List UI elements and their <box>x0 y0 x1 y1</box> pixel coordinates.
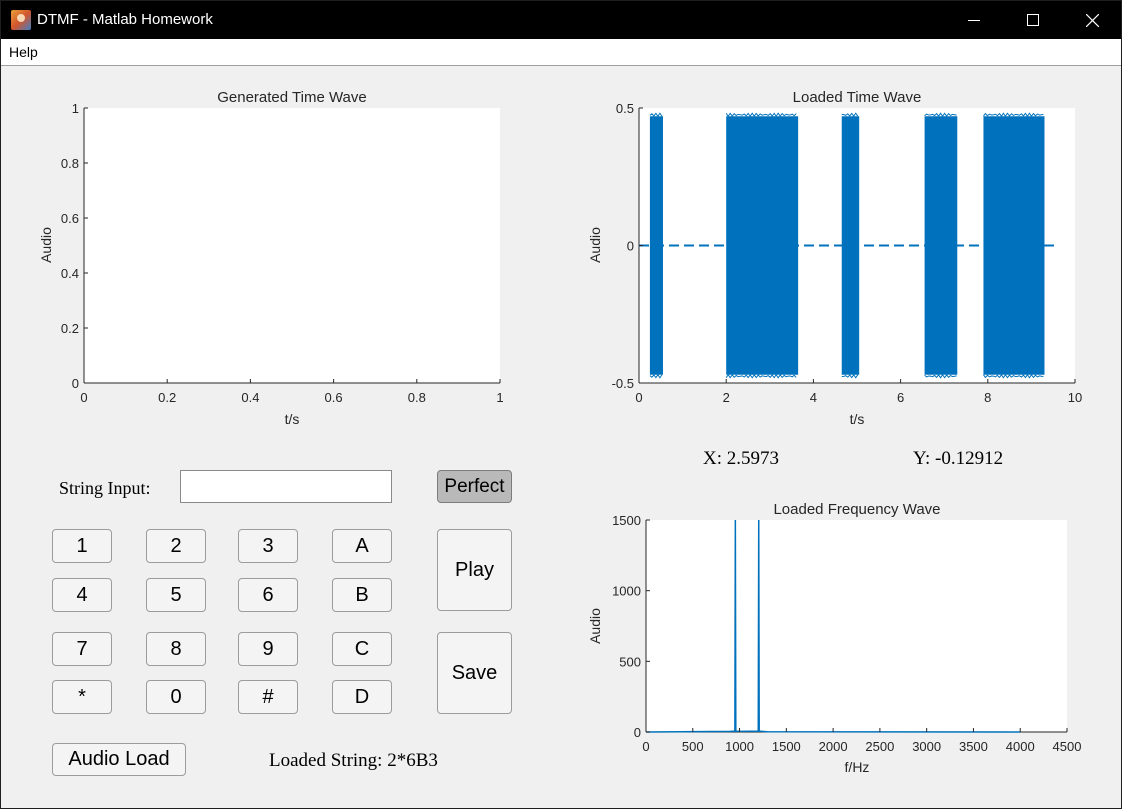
y-tick-label: 500 <box>619 654 641 669</box>
loaded-time-plot-ylabel: Audio <box>587 227 603 263</box>
cursor-y-readout: Y: -0.12912 <box>913 448 1004 469</box>
loaded-freq-plot-ylabel: Audio <box>587 608 603 644</box>
x-tick-label: 2000 <box>819 739 848 754</box>
y-tick-label: 0 <box>72 376 79 391</box>
y-tick-label: 0.2 <box>61 321 79 336</box>
x-tick-label: 8 <box>984 390 991 405</box>
x-tick-label: 0 <box>642 739 649 754</box>
keypad-key-a[interactable]: A <box>332 529 392 563</box>
keypad-key-c[interactable]: C <box>332 632 392 666</box>
generated-plot-title: Generated Time Wave <box>217 89 367 106</box>
x-tick-label: 1 <box>496 390 503 405</box>
loaded-freq-plot-title: Loaded Frequency Wave <box>773 501 940 518</box>
y-tick-label: 1000 <box>612 584 641 599</box>
y-tick-label: 0.4 <box>61 266 79 281</box>
x-tick-label: 4500 <box>1053 739 1082 754</box>
play-button[interactable]: Play <box>437 529 512 611</box>
string-input-label: String Input: <box>59 478 151 498</box>
x-tick-label: 1000 <box>725 739 754 754</box>
y-tick-label: 1500 <box>612 513 641 528</box>
audio-load-button[interactable]: Audio Load <box>52 743 186 776</box>
keypad-key-8[interactable]: 8 <box>146 632 206 666</box>
x-tick-label: 0.6 <box>325 390 343 405</box>
loaded-frequency-wave-axes[interactable]: Loaded Frequency Wave f/Hz Audio 0 500 100… <box>587 501 1081 775</box>
keypad-key-1[interactable]: 1 <box>52 529 112 563</box>
loaded-freq-plot-xlabel: f/Hz <box>845 759 870 775</box>
y-tick-label: 1 <box>72 101 79 116</box>
x-tick-label: 0.2 <box>158 390 176 405</box>
keypad-key-d[interactable]: D <box>332 680 392 714</box>
keypad-key-star[interactable]: * <box>52 680 112 714</box>
keypad-key-7[interactable]: 7 <box>52 632 112 666</box>
y-tick-label: 0 <box>634 725 641 740</box>
x-tick-label: 500 <box>682 739 704 754</box>
keypad-key-b[interactable]: B <box>332 578 392 612</box>
y-tick-label: -0.5 <box>612 376 634 391</box>
loaded-string-text: Loaded String: 2*6B3 <box>269 750 438 771</box>
loaded-time-wave-axes[interactable]: Loaded Time Wave t/s Audio 0 2 4 6 8 10 -0.50… <box>587 89 1082 427</box>
keypad-key-9[interactable]: 9 <box>238 632 298 666</box>
keypad-key-0[interactable]: 0 <box>146 680 206 714</box>
app-window: DTMF - Matlab Homework Help Generated Ti… <box>0 0 1122 809</box>
x-tick-label: 6 <box>897 390 904 405</box>
y-tick-label: 0.8 <box>61 156 79 171</box>
loaded-time-plot-xlabel: t/s <box>850 411 865 427</box>
x-tick-label: 0 <box>80 390 87 405</box>
x-tick-label: 3500 <box>959 739 988 754</box>
x-tick-label: 3000 <box>912 739 941 754</box>
x-tick-label: 0.4 <box>241 390 259 405</box>
x-tick-label: 0 <box>635 390 642 405</box>
generated-time-wave-axes[interactable]: Generated Time Wave t/s Audio 0 0.2 0.4 0.6… <box>38 89 504 427</box>
x-tick-label: 4 <box>810 390 817 405</box>
save-button[interactable]: Save <box>437 632 512 714</box>
keypad-key-3[interactable]: 3 <box>238 529 298 563</box>
x-tick-label: 2500 <box>865 739 894 754</box>
x-tick-label: 0.8 <box>408 390 426 405</box>
keypad-key-5[interactable]: 5 <box>146 578 206 612</box>
perfect-button[interactable]: Perfect <box>437 470 512 503</box>
keypad-key-4[interactable]: 4 <box>52 578 112 612</box>
x-tick-label: 1500 <box>772 739 801 754</box>
cursor-x-readout: X: 2.5973 <box>703 448 779 469</box>
loaded-time-plot-title: Loaded Time Wave <box>793 89 922 106</box>
generated-plot-xlabel: t/s <box>285 411 300 427</box>
generated-plot-ylabel: Audio <box>38 227 54 263</box>
x-tick-label: 2 <box>723 390 730 405</box>
y-tick-label: 0.6 <box>61 211 79 226</box>
keypad-key-6[interactable]: 6 <box>238 578 298 612</box>
string-input[interactable] <box>180 470 392 503</box>
keypad-key-hash[interactable]: # <box>238 680 298 714</box>
x-tick-label: 10 <box>1068 390 1082 405</box>
y-tick-label: 0.5 <box>616 101 634 116</box>
y-tick-label: 0 <box>627 239 634 254</box>
x-tick-label: 4000 <box>1006 739 1035 754</box>
keypad-key-2[interactable]: 2 <box>146 529 206 563</box>
